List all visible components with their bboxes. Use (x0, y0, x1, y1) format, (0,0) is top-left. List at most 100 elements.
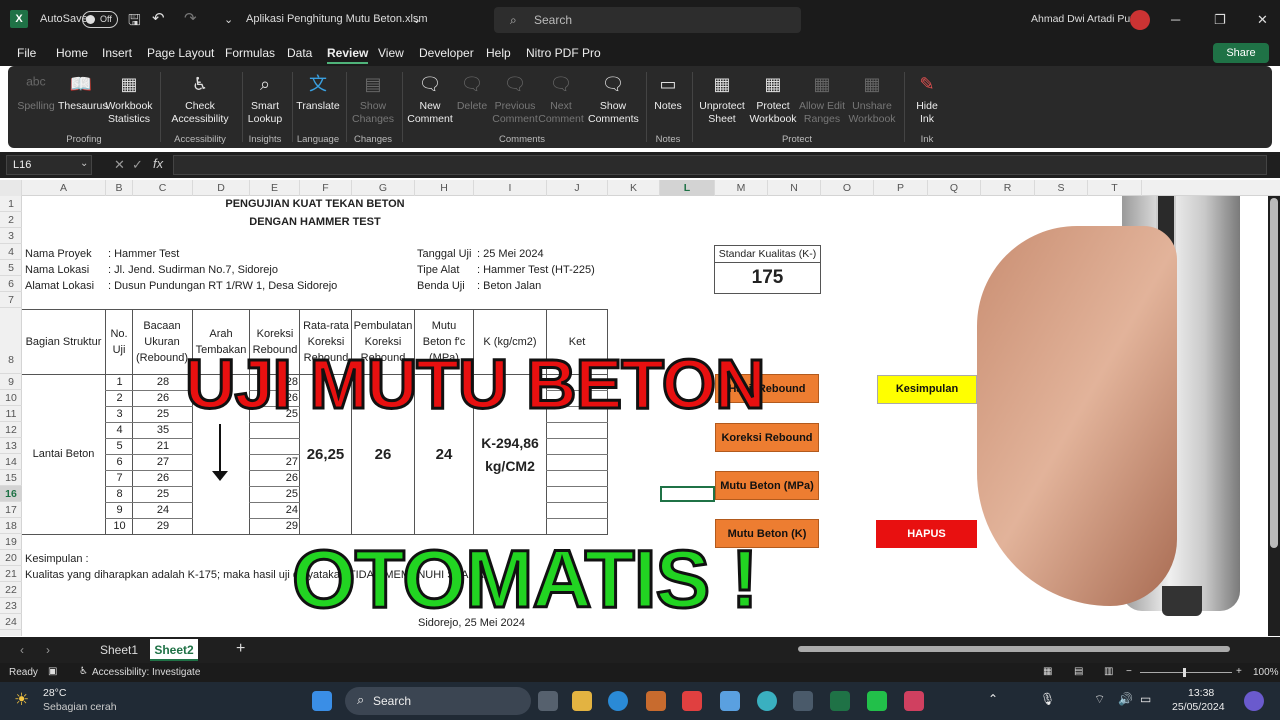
koreksi-rebound-button[interactable]: Koreksi Rebound (715, 423, 819, 452)
tab-scroll-left-icon[interactable]: ‹ (20, 643, 24, 657)
mutu-mpa-button[interactable]: Mutu Beton (MPa) (715, 471, 819, 500)
row-header[interactable]: 4 (0, 244, 22, 260)
menu-file[interactable]: File (17, 46, 36, 60)
hapus-button[interactable]: HAPUS (876, 520, 977, 548)
function-icon[interactable]: fx (153, 156, 163, 171)
column-header-n[interactable]: N (768, 180, 821, 196)
windows-start-icon[interactable] (312, 691, 332, 711)
share-button[interactable]: Share (1213, 43, 1269, 63)
status-accessibility[interactable]: Accessibility: Investigate (92, 667, 200, 678)
notes-button[interactable]: ▭ Notes (650, 72, 686, 113)
clock-time[interactable]: 13:38 (1188, 687, 1214, 699)
tab-scroll-right-icon[interactable]: › (46, 643, 50, 657)
tray-chevron-icon[interactable]: ⌃ (988, 692, 998, 706)
row-header[interactable]: 5 (0, 260, 22, 276)
row-header[interactable]: 23 (0, 598, 22, 614)
column-header-p[interactable]: P (874, 180, 928, 196)
add-sheet-icon[interactable]: + (236, 640, 245, 658)
column-header-k[interactable]: K (608, 180, 660, 196)
tab-sheet2[interactable]: Sheet2 (150, 639, 198, 661)
row-header[interactable]: 8 (0, 308, 22, 374)
wifi-icon[interactable]: ⌔ (1094, 692, 1105, 707)
row-header[interactable]: 16 (0, 486, 22, 502)
row-header[interactable]: 17 (0, 502, 22, 518)
menu-developer[interactable]: Developer (419, 46, 474, 60)
column-header-g[interactable]: G (352, 180, 415, 196)
thesaurus-button[interactable]: 📖 Thesaurus (58, 72, 108, 113)
unprotect-sheet-button[interactable]: ▦ Unprotect Sheet (696, 72, 748, 126)
column-header-q[interactable]: Q (928, 180, 981, 196)
row-header[interactable]: 9 (0, 374, 22, 390)
column-header-m[interactable]: M (715, 180, 768, 196)
enter-icon[interactable]: ✓ (132, 157, 143, 173)
cancel-icon[interactable]: ✕ (114, 157, 125, 173)
row-header[interactable]: 3 (0, 228, 22, 244)
zoom-out-icon[interactable]: − (1126, 666, 1132, 677)
row-header[interactable]: 22 (0, 582, 22, 598)
column-header-t[interactable]: T (1088, 180, 1142, 196)
kesimpulan-button[interactable]: Kesimpulan (877, 375, 977, 404)
weather-desc[interactable]: Sebagian cerah (43, 701, 117, 713)
row-header[interactable]: 10 (0, 390, 22, 406)
unshare-workbook-button[interactable]: ▦ Unshare Workbook (846, 72, 898, 126)
app-icon[interactable] (682, 691, 702, 711)
column-header-s[interactable]: S (1035, 180, 1088, 196)
row-header[interactable]: 15 (0, 470, 22, 486)
copilot-icon[interactable] (1244, 691, 1264, 711)
check-accessibility-button[interactable]: ♿ Check Accessibility (166, 72, 234, 126)
menu-view[interactable]: View (378, 46, 404, 60)
app-icon[interactable] (867, 691, 887, 711)
column-header-e[interactable]: E (250, 180, 300, 196)
spelling-button[interactable]: ᵃᵇᶜ Spelling (14, 72, 58, 113)
volume-icon[interactable]: 🔊 (1118, 692, 1133, 706)
undo-icon[interactable]: ↶ (152, 9, 165, 27)
clock-date[interactable]: 25/05/2024 (1172, 701, 1225, 713)
previous-comment-button[interactable]: 🗨 Previous Comment (492, 72, 538, 126)
search-box[interactable]: ⌕ Search (494, 7, 801, 33)
row-header[interactable]: 2 (0, 212, 22, 228)
battery-icon[interactable]: ▭ (1140, 692, 1151, 706)
zoom-slider-thumb[interactable] (1183, 668, 1186, 677)
row-header[interactable]: 19 (0, 534, 22, 550)
row-header[interactable]: 14 (0, 454, 22, 470)
select-all-corner[interactable] (0, 180, 22, 196)
macro-icon[interactable]: ▣ (48, 666, 57, 677)
task-view-icon[interactable] (538, 691, 558, 711)
smart-lookup-button[interactable]: ⌕ Smart Lookup (246, 72, 284, 126)
column-header-b[interactable]: B (106, 180, 133, 196)
page-layout-view-icon[interactable]: ▤ (1074, 666, 1083, 677)
store-icon[interactable] (646, 691, 666, 711)
horizontal-scrollbar[interactable] (798, 646, 1230, 652)
column-header-a[interactable]: A (22, 180, 106, 196)
row-header[interactable]: 12 (0, 422, 22, 438)
redo-icon[interactable]: ↷ (184, 9, 197, 27)
edge-icon[interactable] (608, 691, 628, 711)
next-comment-button[interactable]: 🗨 Next Comment (538, 72, 584, 126)
show-comments-button[interactable]: 🗨 Show Comments (588, 72, 639, 126)
column-header-r[interactable]: R (981, 180, 1035, 196)
close-icon[interactable]: ✕ (1257, 12, 1268, 28)
column-header-j[interactable]: J (547, 180, 608, 196)
zoom-slider[interactable] (1140, 672, 1232, 673)
page-break-view-icon[interactable]: ▥ (1104, 666, 1113, 677)
app-icon[interactable] (904, 691, 924, 711)
name-box-chevron-icon[interactable]: ⌄ (80, 158, 88, 169)
tab-sheet1[interactable]: Sheet1 (92, 639, 146, 661)
allow-edit-ranges-button[interactable]: ▦ Allow Edit Ranges (798, 72, 846, 126)
column-header-h[interactable]: H (415, 180, 474, 196)
file-name[interactable]: Aplikasi Penghitung Mutu Beton.xlsm (246, 13, 428, 25)
menu-home[interactable]: Home (56, 46, 88, 60)
maximize-icon[interactable]: ❐ (1214, 12, 1226, 28)
row-header[interactable]: 6 (0, 276, 22, 292)
formula-input[interactable] (173, 155, 1267, 175)
excel-taskbar-icon[interactable] (830, 691, 850, 711)
weather-temp[interactable]: 28°C (43, 687, 66, 699)
column-header-o[interactable]: O (821, 180, 874, 196)
filename-chevron-icon[interactable]: ⌄ (412, 13, 421, 26)
column-header-i[interactable]: I (474, 180, 547, 196)
delete-comment-button[interactable]: 🗨 Delete (454, 72, 490, 113)
row-header[interactable]: 24 (0, 614, 22, 630)
app-icon[interactable] (757, 691, 777, 711)
menu-review[interactable]: Review (327, 46, 369, 64)
protect-workbook-button[interactable]: ▦ Protect Workbook (748, 72, 798, 126)
